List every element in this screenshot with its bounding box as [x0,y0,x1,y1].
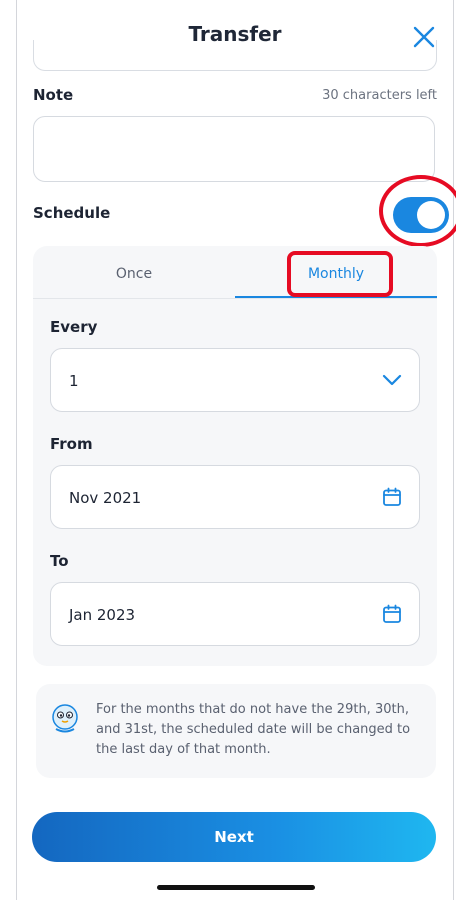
calendar-icon [383,487,401,506]
every-select[interactable]: 1 [50,348,420,412]
schedule-tabs: Once Monthly [33,246,437,300]
note-character-counter: 30 characters left [322,88,437,103]
header: Transfer [17,0,453,72]
from-label: From [50,435,93,453]
note-label: Note [33,86,74,104]
note-input[interactable] [33,116,435,182]
tab-monthly[interactable]: Monthly [235,246,437,298]
active-tab-indicator [235,296,437,298]
schedule-label: Schedule [33,204,111,222]
close-button[interactable] [409,22,439,52]
schedule-panel: Once Monthly Every 1 From Nov 2021 To Ja… [33,246,437,666]
toggle-knob [417,201,445,229]
calendar-icon [383,604,401,623]
close-icon [413,26,435,48]
to-date-field[interactable]: Jan 2023 [50,582,420,646]
from-value: Nov 2021 [69,489,142,507]
next-button[interactable]: Next [32,812,436,862]
to-value: Jan 2023 [69,606,136,624]
schedule-toggle[interactable] [393,197,449,233]
tab-once[interactable]: Once [33,246,235,298]
page-title: Transfer [188,22,282,46]
info-box: For the months that do not have the 29th… [36,684,436,778]
tab-divider [33,298,437,299]
every-value: 1 [69,372,79,390]
every-label: Every [50,318,98,336]
to-label: To [50,552,69,570]
info-text: For the months that do not have the 29th… [96,702,411,757]
home-indicator [157,885,315,890]
from-date-field[interactable]: Nov 2021 [50,465,420,529]
chevron-down-icon [382,374,402,386]
mascot-icon [52,704,78,733]
